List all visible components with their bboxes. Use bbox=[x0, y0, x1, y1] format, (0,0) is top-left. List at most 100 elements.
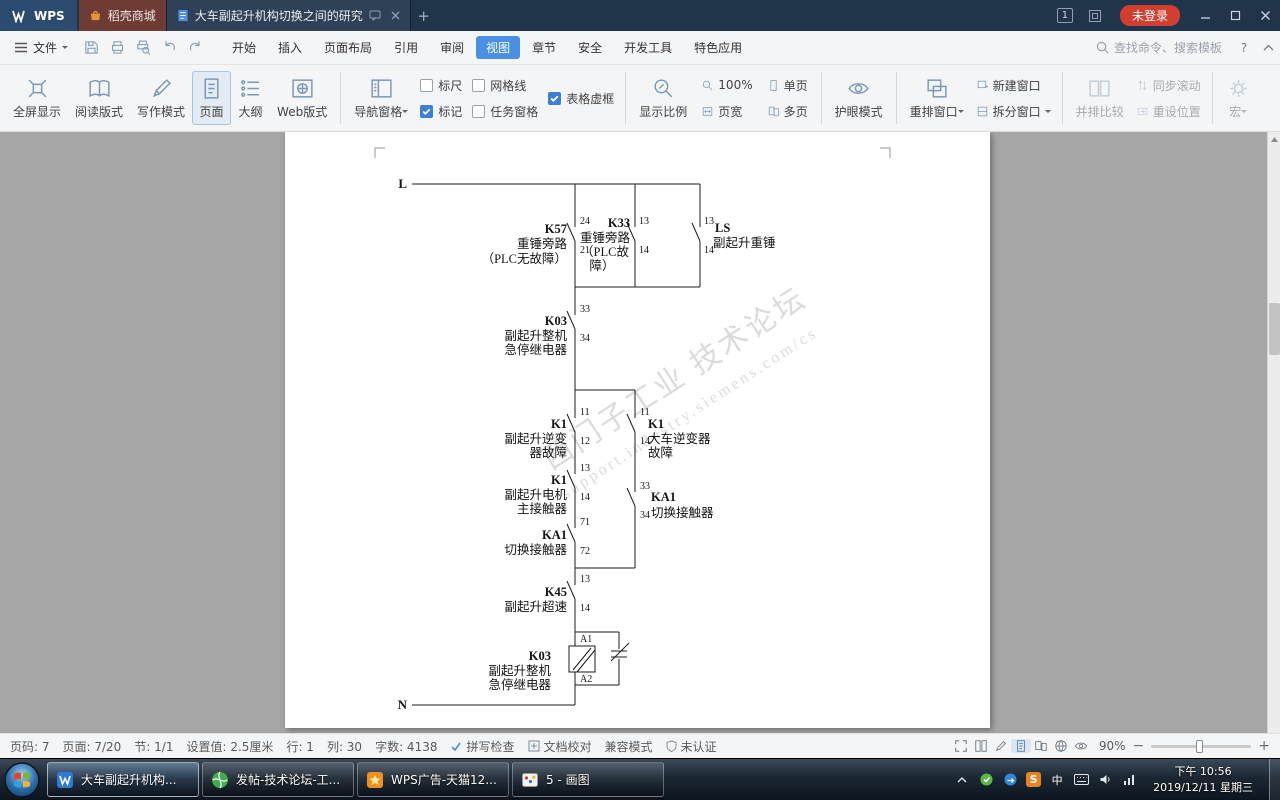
scroll-up-icon[interactable] bbox=[1268, 132, 1280, 146]
checkbox-gridlines[interactable]: 网格线 bbox=[472, 77, 538, 94]
status-setting[interactable]: 设置值: 2.5厘米 bbox=[186, 738, 273, 755]
multi-page-button[interactable]: 多页 bbox=[767, 103, 808, 120]
save-button[interactable] bbox=[78, 36, 104, 60]
ls-label-1: 副起升重锤 bbox=[713, 235, 776, 250]
one-page-button[interactable]: 单页 bbox=[767, 77, 808, 94]
show-desktop-button[interactable] bbox=[1269, 758, 1280, 800]
page-view-button[interactable]: 页面 bbox=[192, 71, 232, 125]
eye-protect-button[interactable] bbox=[1071, 739, 1091, 753]
k45-pin-top: 13 bbox=[580, 574, 590, 585]
chevron-down-icon bbox=[1044, 109, 1051, 116]
page-width-button[interactable]: 页宽 bbox=[701, 103, 752, 120]
command-search[interactable]: 查找命令、搜索模板 bbox=[1096, 39, 1222, 56]
checkbox-ruler[interactable]: 标尺 bbox=[420, 77, 462, 94]
compat-mode-label[interactable]: 兼容模式 bbox=[605, 738, 653, 755]
zoom-100-button[interactable]: 100% bbox=[701, 77, 753, 94]
tab-developer[interactable]: 开发工具 bbox=[614, 36, 682, 59]
file-menu-label: 文件 bbox=[33, 41, 58, 55]
sync-scroll-icon bbox=[1138, 80, 1147, 90]
print-button[interactable] bbox=[104, 36, 130, 60]
wps-menu-button[interactable]: WPS bbox=[0, 0, 77, 31]
tab-security[interactable]: 安全 bbox=[568, 36, 612, 59]
k1a-pin-top: 11 bbox=[580, 407, 590, 418]
help-icon[interactable]: ? bbox=[1232, 41, 1256, 55]
proofread-button[interactable]: 文档校对 bbox=[528, 738, 592, 755]
tab-special-apps[interactable]: 特色应用 bbox=[684, 36, 752, 59]
file-menu[interactable]: 文件 bbox=[0, 39, 78, 56]
taskbar-button-browser[interactable]: 发帖-技术论坛-工... bbox=[202, 762, 354, 797]
certification-status[interactable]: 未认证 bbox=[666, 738, 717, 755]
tab-page-layout[interactable]: 页面布局 bbox=[314, 36, 382, 59]
fullscreen-button[interactable]: 全屏显示 bbox=[6, 71, 68, 125]
tab-store[interactable]: 稻壳商城 bbox=[78, 0, 166, 31]
status-page-count[interactable]: 页面: 7/20 bbox=[63, 738, 122, 755]
volume-icon[interactable] bbox=[1097, 772, 1113, 788]
writing-mode-button[interactable]: 写作模式 bbox=[130, 71, 192, 125]
sogou-ime-icon[interactable]: S bbox=[1026, 772, 1042, 787]
status-word-count[interactable]: 字数: 4138 bbox=[375, 738, 437, 755]
search-placeholder: 查找命令、搜索模板 bbox=[1113, 41, 1222, 55]
cloud-tray-icon[interactable] bbox=[1002, 772, 1018, 788]
close-button[interactable] bbox=[1250, 0, 1280, 31]
outline-view-button[interactable]: 大纲 bbox=[231, 71, 270, 125]
print-preview-button[interactable] bbox=[130, 36, 156, 60]
new-tab-button[interactable]: + bbox=[411, 0, 437, 31]
columns-button[interactable] bbox=[971, 739, 991, 753]
taskbar-button-wps[interactable]: 大车副起升机构... bbox=[47, 762, 199, 797]
fit-page-button[interactable] bbox=[951, 739, 971, 753]
maximize-button[interactable] bbox=[1220, 0, 1250, 31]
redo-button[interactable] bbox=[182, 36, 208, 60]
tab-section[interactable]: 章节 bbox=[522, 36, 566, 59]
collapse-ribbon-icon[interactable] bbox=[1256, 44, 1280, 51]
zoom-level[interactable]: 90% bbox=[1099, 739, 1126, 753]
ime-language-indicator[interactable]: 中 bbox=[1049, 772, 1065, 788]
zoom-in-button[interactable]: + bbox=[1258, 739, 1270, 753]
antivirus-tray-icon[interactable] bbox=[978, 772, 994, 788]
apps-icon[interactable] bbox=[1080, 0, 1110, 31]
nav-pane-button[interactable]: 导航窗格 bbox=[347, 71, 415, 125]
eye-protection-button[interactable]: 护眼模式 bbox=[828, 71, 890, 125]
message-count-button[interactable]: 1 bbox=[1050, 0, 1080, 31]
checkbox-marks[interactable]: 标记 bbox=[420, 103, 462, 120]
page-mode-button[interactable] bbox=[1010, 739, 1031, 753]
web-mode-button[interactable] bbox=[1051, 739, 1071, 753]
tab-document[interactable]: 大车副起升机构切换之间的研究 bbox=[165, 0, 411, 31]
web-layout-button[interactable]: Web版式 bbox=[270, 71, 334, 125]
tab-review[interactable]: 审阅 bbox=[430, 36, 474, 59]
status-section[interactable]: 节: 1/1 bbox=[134, 738, 173, 755]
zoom-out-button[interactable]: − bbox=[1133, 739, 1145, 753]
start-button[interactable] bbox=[3, 761, 41, 799]
network-icon[interactable] bbox=[1121, 772, 1137, 788]
k03-label-1: 副起升整机 bbox=[504, 328, 567, 343]
rearrange-windows-button[interactable]: 重排窗口 bbox=[903, 71, 971, 125]
zoom-slider-thumb[interactable] bbox=[1196, 739, 1204, 753]
checkbox-table-borders[interactable]: 表格虚框 bbox=[548, 90, 614, 107]
scrollbar-thumb[interactable] bbox=[1269, 303, 1280, 355]
ink-pen-button[interactable] bbox=[991, 739, 1011, 753]
undo-button[interactable] bbox=[156, 36, 182, 60]
zoom-scale-button[interactable]: 显示比例 bbox=[632, 71, 694, 125]
ime-keyboard-icon[interactable] bbox=[1073, 772, 1089, 788]
tab-insert[interactable]: 插入 bbox=[268, 36, 312, 59]
reading-layout-button[interactable]: 阅读版式 bbox=[68, 71, 130, 125]
tab-close-icon[interactable] bbox=[391, 11, 400, 20]
k57-pin-top: 24 bbox=[580, 216, 590, 227]
tab-view[interactable]: 视图 bbox=[476, 36, 521, 59]
tab-home[interactable]: 开始 bbox=[222, 36, 266, 59]
status-page-number[interactable]: 页码: 7 bbox=[10, 738, 50, 755]
spell-check-button[interactable]: 拼写检查 bbox=[450, 738, 515, 755]
split-window-button[interactable]: 拆分窗口 bbox=[976, 103, 1051, 120]
new-window-button[interactable]: 新建窗口 bbox=[976, 77, 1051, 94]
tab-references[interactable]: 引用 bbox=[384, 36, 428, 59]
tray-expand-icon[interactable] bbox=[954, 772, 970, 788]
vertical-scrollbar[interactable] bbox=[1267, 132, 1280, 733]
minimize-button[interactable] bbox=[1190, 0, 1220, 31]
checkbox-task-pane[interactable]: 任务窗格 bbox=[472, 103, 538, 120]
document-page[interactable]: 西门子工业 技术论坛 support.industry.siemens.com/… bbox=[285, 132, 990, 728]
taskbar-button-paint[interactable]: 5 - 画图 bbox=[512, 762, 664, 797]
taskbar-button-wps-promo[interactable]: WPS广告-天猫12... bbox=[357, 762, 509, 797]
taskbar-clock[interactable]: 下午 10:56 2019/12/11 星期三 bbox=[1153, 764, 1253, 795]
zoom-slider[interactable] bbox=[1151, 739, 1252, 753]
login-button[interactable]: 未登录 bbox=[1119, 5, 1180, 26]
multi-page-mode-button[interactable] bbox=[1031, 739, 1051, 753]
